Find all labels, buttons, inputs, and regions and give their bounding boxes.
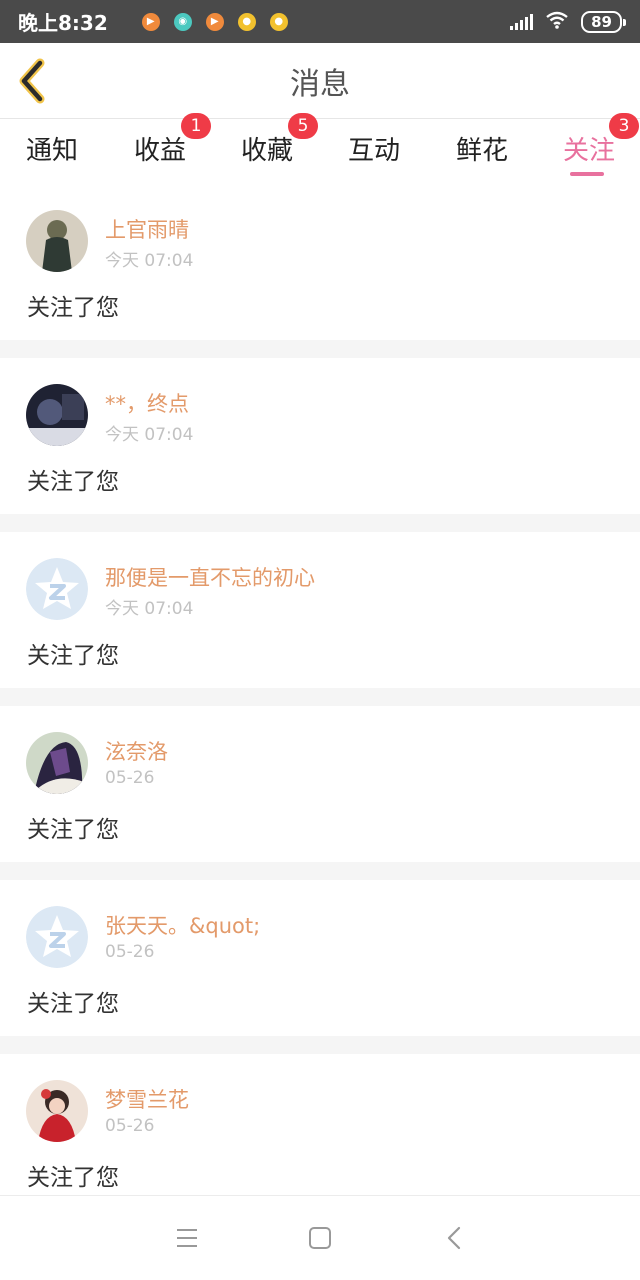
list-item[interactable]: 泫奈洛 05-26 关注了您 <box>0 706 640 862</box>
user-name[interactable]: 那便是一直不忘的初心 <box>105 562 315 592</box>
message-time: 05-26 <box>105 1116 155 1136</box>
signal-icon <box>510 13 534 30</box>
notification-icons: ▶ ◉ ▶ ● ● <box>141 12 288 31</box>
back-button[interactable] <box>12 57 56 105</box>
follow-badge: 3 <box>609 113 639 139</box>
divider <box>0 688 640 706</box>
wifi-icon <box>545 11 569 32</box>
default-avatar-icon <box>26 558 88 620</box>
message-text: 关注了您 <box>27 643 119 669</box>
divider <box>0 1036 640 1054</box>
home-icon[interactable] <box>309 1227 331 1249</box>
list-item[interactable]: **，终点 今天 07:04 关注了您 <box>0 358 640 514</box>
bulb-app-icon: ● <box>237 12 256 31</box>
user-name[interactable]: 泫奈洛 <box>105 736 168 766</box>
tab-notice[interactable]: 通知 <box>26 130 78 167</box>
message-time: 05-26 <box>105 768 155 788</box>
avatar[interactable] <box>26 384 88 446</box>
status-time: 晚上8:32 <box>18 11 108 35</box>
app-header: 消息 <box>0 43 640 119</box>
battery-indicator: 89 <box>581 10 626 33</box>
list-item[interactable]: 那便是一直不忘的初心 今天 07:04 关注了您 <box>0 532 640 688</box>
user-name[interactable]: **，终点 <box>105 388 189 418</box>
message-time: 今天 07:04 <box>105 599 194 619</box>
tab-bar: 通知 收益 收藏 互动 鲜花 关注 <box>0 120 640 182</box>
list-item[interactable]: 梦雪兰花 05-26 关注了您 <box>0 1054 640 1210</box>
avatar[interactable] <box>26 732 88 794</box>
message-text: 关注了您 <box>27 1165 119 1191</box>
tab-flowers[interactable]: 鲜花 <box>456 130 508 167</box>
chat-app-icon: ◉ <box>173 12 192 31</box>
message-time: 今天 07:04 <box>105 425 194 445</box>
nav-back-icon[interactable] <box>446 1226 462 1250</box>
earnings-badge: 1 <box>181 113 211 139</box>
avatar[interactable] <box>26 906 88 968</box>
message-text: 关注了您 <box>27 991 119 1017</box>
message-time: 今天 07:04 <box>105 251 194 271</box>
video-app-icon: ▶ <box>141 12 160 31</box>
default-avatar-icon <box>26 906 88 968</box>
divider <box>0 862 640 880</box>
avatar[interactable] <box>26 558 88 620</box>
message-list: 上官雨晴 今天 07:04 关注了您 **，终点 今天 07:04 关注了您 那… <box>0 184 640 1210</box>
message-time: 05-26 <box>105 942 155 962</box>
active-tab-indicator <box>570 172 604 176</box>
tab-favorites[interactable]: 收藏 <box>241 130 293 167</box>
user-name[interactable]: 张天天。&quot; <box>105 910 260 940</box>
divider <box>0 514 640 532</box>
message-text: 关注了您 <box>27 817 119 843</box>
video-app-icon: ▶ <box>205 12 224 31</box>
user-name[interactable]: 梦雪兰花 <box>105 1084 189 1114</box>
favorites-badge: 5 <box>288 113 318 139</box>
menu-icon[interactable] <box>177 1229 197 1247</box>
bulb-app-icon: ● <box>269 12 288 31</box>
status-bar: 晚上8:32 ▶ ◉ ▶ ● ● 89 <box>0 0 640 43</box>
page-title: 消息 <box>290 66 350 102</box>
avatar[interactable] <box>26 1080 88 1142</box>
avatar[interactable] <box>26 210 88 272</box>
tab-follow[interactable]: 关注 <box>563 130 615 167</box>
user-name[interactable]: 上官雨晴 <box>105 214 189 244</box>
back-arrow-icon <box>19 58 45 104</box>
tab-earnings[interactable]: 收益 <box>134 130 186 167</box>
divider <box>0 340 640 358</box>
tab-interaction[interactable]: 互动 <box>348 130 400 167</box>
message-text: 关注了您 <box>27 295 119 321</box>
system-nav-bar <box>0 1195 640 1280</box>
list-item[interactable]: 张天天。&quot; 05-26 关注了您 <box>0 880 640 1036</box>
list-item[interactable]: 上官雨晴 今天 07:04 关注了您 <box>0 184 640 340</box>
message-text: 关注了您 <box>27 469 119 495</box>
